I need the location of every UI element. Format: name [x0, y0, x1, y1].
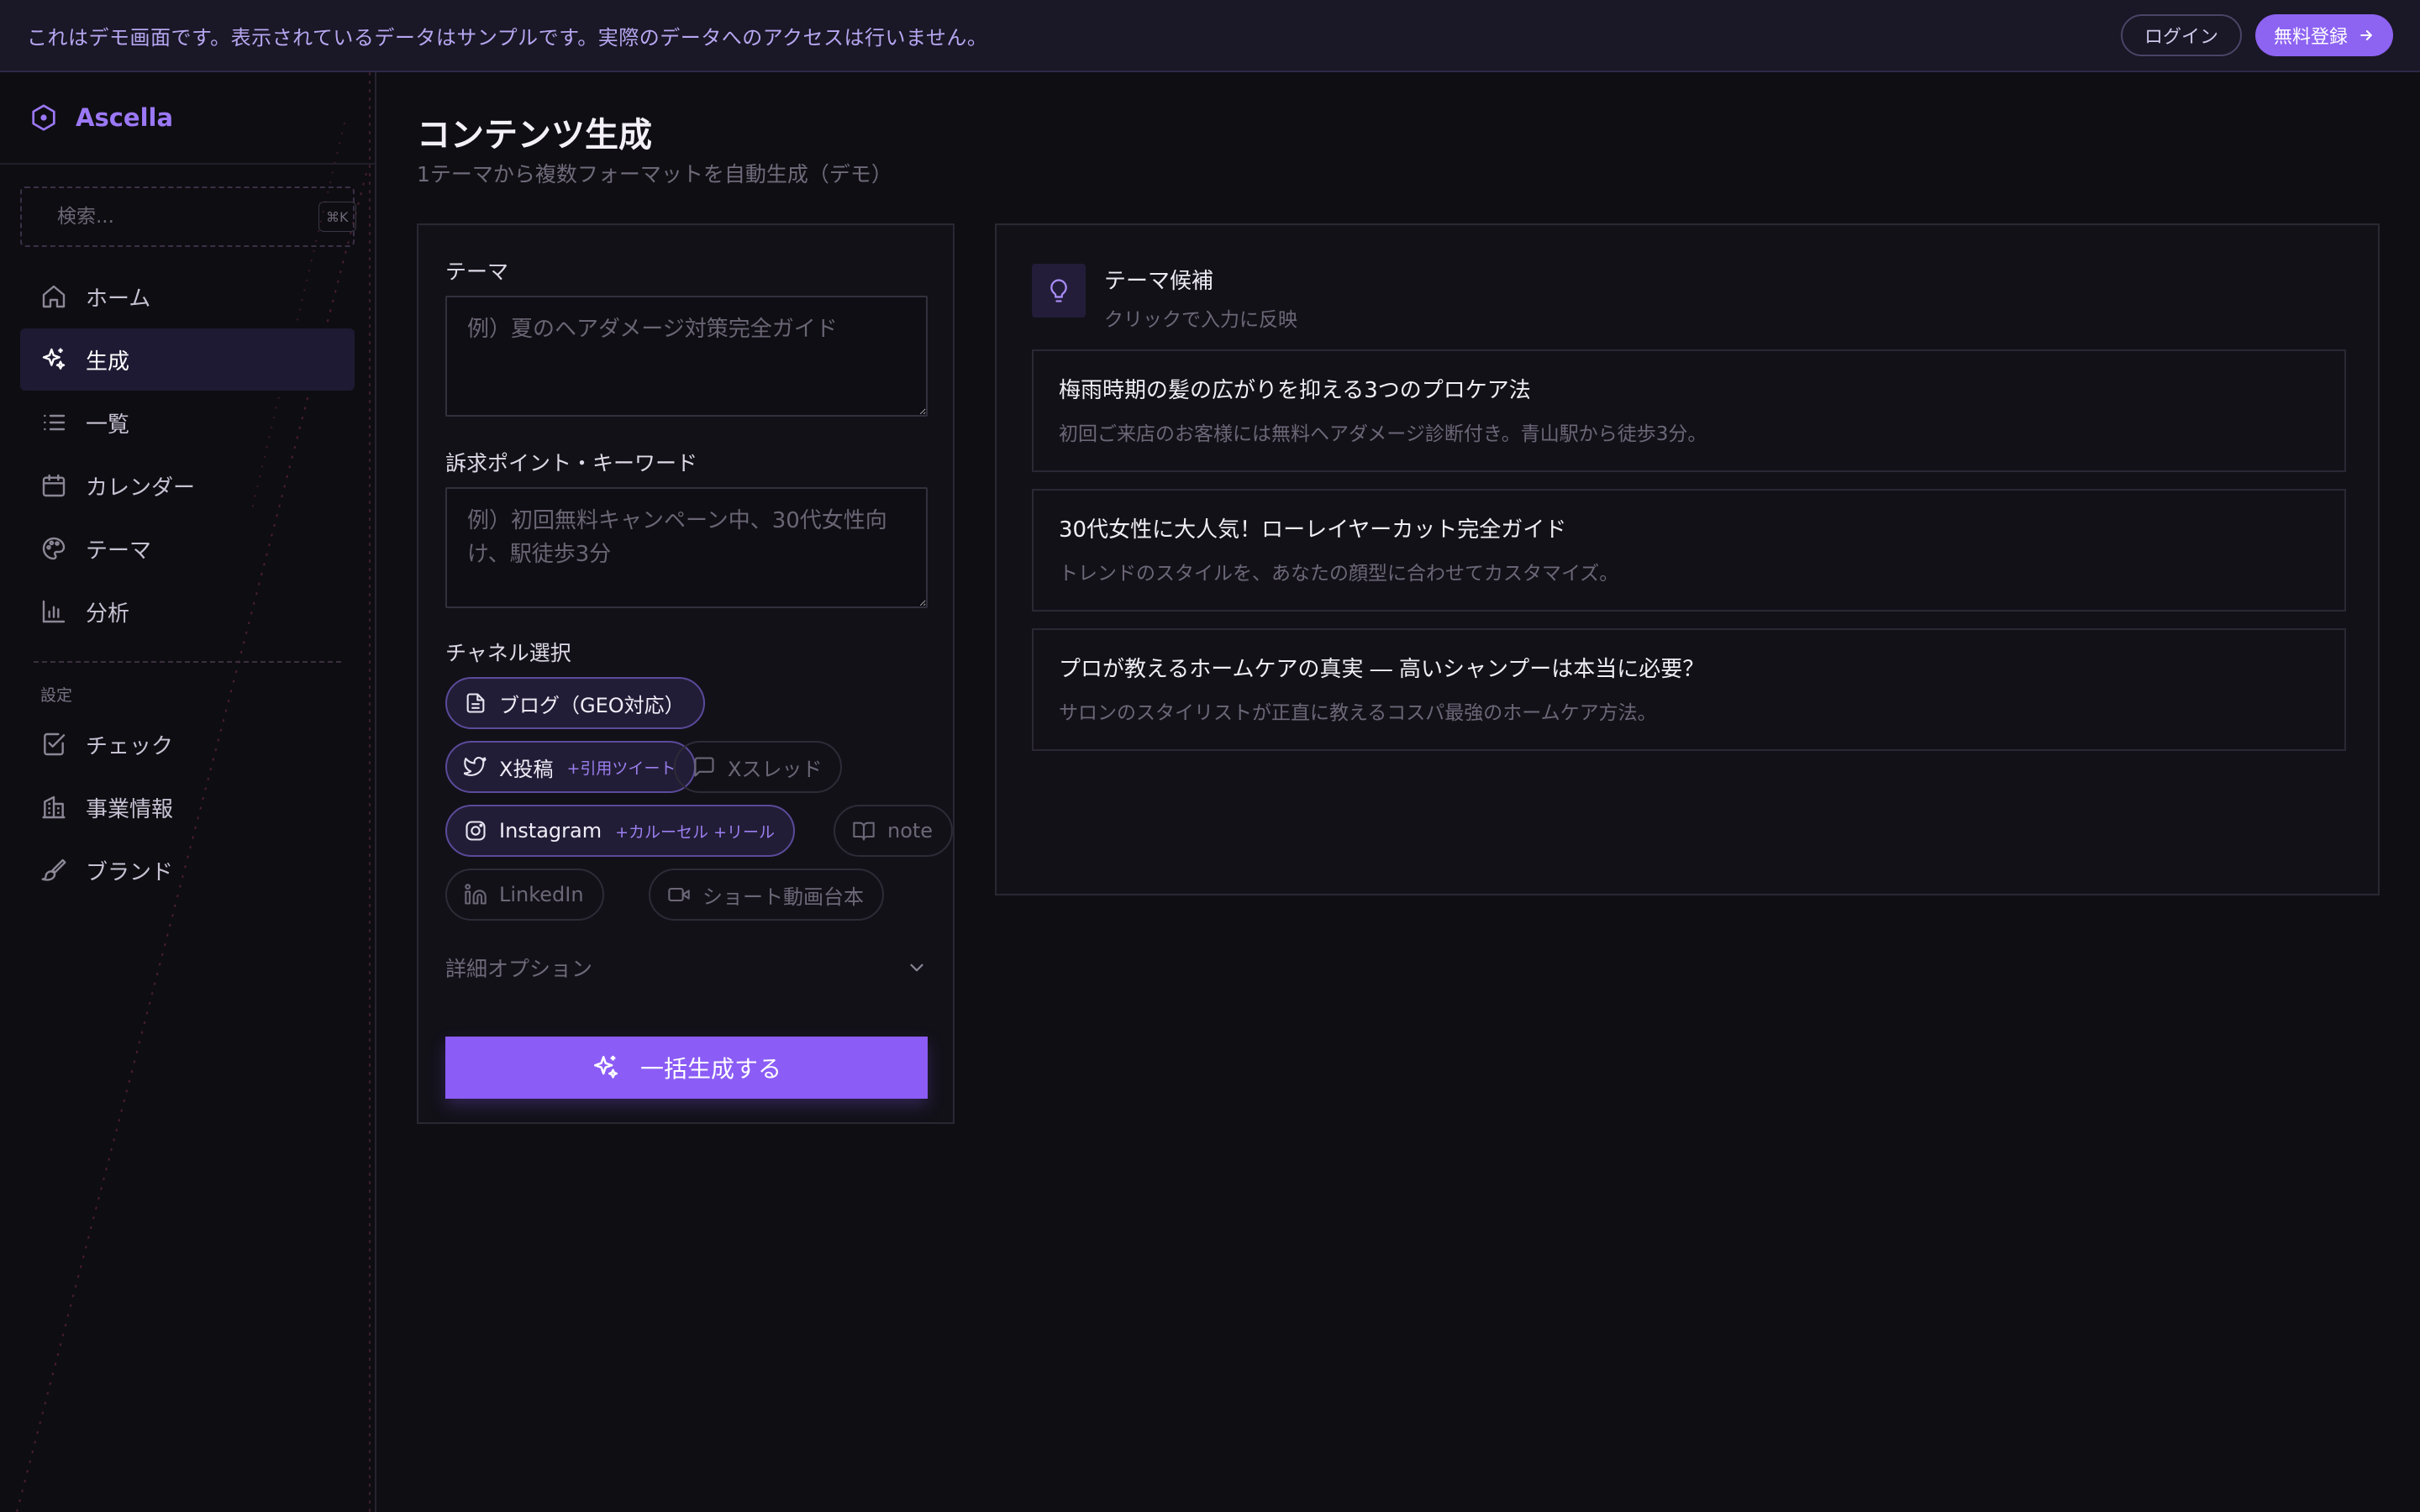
generate-all-button[interactable]: 一括生成する	[445, 1037, 928, 1099]
details-options-label: 詳細オプション	[445, 957, 593, 981]
sidebar-item-label: テーマ	[86, 538, 152, 564]
sparkles-icon	[593, 1055, 618, 1079]
brand[interactable]: Ascella	[0, 72, 375, 165]
channel-chip-label: ブログ（GEO対応）	[499, 693, 685, 717]
channel-chip-x-thread[interactable]: Xスレッド	[674, 741, 843, 793]
suggestions-subtitle: クリックで入力に反映	[1104, 309, 1297, 331]
sparkles-icon	[42, 348, 66, 370]
channel-chip-note[interactable]: note	[834, 805, 954, 857]
generate-button-label: 一括生成する	[639, 1055, 781, 1083]
channel-chip-linkedin[interactable]: LinkedIn	[445, 869, 604, 921]
list-icon	[44, 414, 66, 431]
generation-form: テーマ 訴求ポイント・キーワード チャネル選択 ブログ（GEO対応） X投稿 +…	[417, 223, 955, 1124]
channel-chip-label: note	[887, 819, 934, 843]
video-icon	[668, 887, 690, 902]
search-shortcut: ⌘K	[318, 202, 356, 232]
suggestion-title: 30代女性に大人気！ローレイヤーカット完全ガイド	[1059, 517, 1567, 543]
sidebar-item-check[interactable]: チェック	[20, 713, 355, 775]
check-square-icon	[44, 732, 66, 756]
brand-name: Ascella	[76, 103, 174, 132]
twitter-icon	[464, 757, 487, 776]
page-title: コンテンツ生成	[417, 116, 652, 155]
channel-chip-extra: +カルーセル +リール	[615, 822, 775, 842]
search-box: ⌘K	[20, 186, 356, 247]
sidebar-item-theme[interactable]: テーマ	[20, 517, 355, 580]
suggestion-description: トレンドのスタイルを、あなたの顔型に合わせてカスタマイズ。	[1059, 563, 1619, 585]
sidebar-item-label: 事業情報	[86, 796, 174, 822]
channel-chip-blog[interactable]: ブログ（GEO対応）	[445, 677, 705, 729]
lightbulb-icon	[1050, 279, 1067, 302]
hexagon-logo-icon	[32, 104, 55, 131]
home-icon	[42, 285, 66, 308]
arrow-right-icon	[2360, 30, 2372, 40]
message-square-icon	[694, 757, 714, 777]
suggestions-header: テーマ候補 クリックで入力に反映	[1032, 264, 1297, 332]
channel-chip-label: ショート動画台本	[702, 885, 864, 909]
sidebar-item-label: 分析	[86, 601, 130, 627]
sidebar-item-label: 一覧	[86, 412, 130, 438]
demo-banner: これはデモ画面です。表示されているデータはサンプルです。実際のデータへのアクセス…	[0, 0, 2420, 72]
sidebar-item-business-info[interactable]: 事業情報	[20, 776, 355, 838]
bar-chart-icon	[42, 600, 66, 623]
sidebar-item-label: 生成	[86, 349, 130, 375]
main-content: コンテンツ生成 1テーマから複数フォーマットを自動生成（デモ） テーマ 訴求ポイ…	[378, 72, 2420, 1512]
suggestion-description: 初回ご来店のお客様には無料ヘアダメージ診断付き。青山駅から徒歩3分。	[1059, 423, 1707, 445]
calendar-icon	[42, 474, 66, 497]
sidebar-nav: ホーム 生成 一覧 カレンダー テーマ 分析 設定 チェック 事業情報 ブランド	[0, 265, 375, 901]
sidebar-item-list[interactable]: 一覧	[20, 391, 355, 454]
banner-actions: ログイン 無料登録	[2120, 14, 2393, 56]
channel-chip-short-video[interactable]: ショート動画台本	[649, 869, 884, 921]
file-text-icon	[466, 693, 485, 713]
sidebar-item-label: チェック	[86, 733, 174, 759]
palette-icon	[42, 537, 66, 560]
chevron-down-icon	[910, 963, 923, 972]
channel-label: チャネル選択	[445, 641, 571, 665]
signup-button-label: 無料登録	[2273, 27, 2348, 48]
theme-suggestion-card[interactable]: 30代女性に大人気！ローレイヤーカット完全ガイド トレンドのスタイルを、あなたの…	[1032, 489, 2346, 612]
theme-label: テーマ	[445, 260, 509, 284]
brush-icon	[41, 858, 66, 881]
channel-chip-x-post[interactable]: X投稿 +引用ツイート	[445, 741, 697, 793]
appeal-label: 訴求ポイント・キーワード	[445, 451, 698, 475]
channel-chip-instagram[interactable]: Instagram +カルーセル +リール	[445, 805, 795, 857]
channel-chip-label: Instagram	[499, 819, 602, 843]
sidebar: Ascella ⌘K ホーム 生成 一覧 カレンダー テーマ 分析	[0, 72, 376, 1512]
instagram-icon	[466, 821, 486, 841]
linkedin-icon	[465, 884, 487, 905]
demo-banner-text: これはデモ画面です。表示されているデータはサンプルです。実際のデータへのアクセス…	[27, 25, 988, 50]
suggestion-title: 梅雨時期の髪の広がりを抑える3つのプロケア法	[1059, 378, 1531, 403]
suggestions-title: テーマ候補	[1104, 269, 1214, 294]
sidebar-item-brand[interactable]: ブランド	[20, 839, 355, 901]
signup-button[interactable]: 無料登録	[2254, 14, 2393, 56]
channel-chip-extra: +引用ツイート	[566, 759, 676, 778]
sidebar-item-generate[interactable]: 生成	[20, 328, 355, 391]
details-options-toggle[interactable]: 詳細オプション	[445, 951, 928, 984]
page-subtitle: 1テーマから複数フォーマットを自動生成（デモ）	[417, 162, 892, 186]
book-open-icon	[853, 822, 875, 841]
login-button[interactable]: ログイン	[2120, 14, 2242, 56]
sidebar-item-analytics[interactable]: 分析	[20, 580, 355, 643]
lightbulb-badge	[1032, 264, 1086, 318]
sidebar-item-home[interactable]: ホーム	[20, 265, 355, 328]
suggestion-title: プロが教えるホームケアの真実 ― 高いシャンプーは本当に必要？	[1059, 657, 1705, 682]
theme-suggestion-card[interactable]: 梅雨時期の髪の広がりを抑える3つのプロケア法 初回ご来店のお客様には無料ヘアダメ…	[1032, 349, 2346, 472]
channel-chip-label: LinkedIn	[499, 883, 584, 906]
suggestion-description: サロンのスタイリストが正直に教えるコスパ最強のホームケア方法。	[1059, 702, 1657, 724]
theme-suggestions-panel: テーマ候補 クリックで入力に反映 梅雨時期の髪の広がりを抑える3つのプロケア法 …	[995, 223, 2380, 895]
theme-suggestion-card[interactable]: プロが教えるホームケアの真実 ― 高いシャンプーは本当に必要？ サロンのスタイリ…	[1032, 628, 2346, 751]
search-input[interactable]	[57, 206, 303, 228]
appeal-input[interactable]	[445, 487, 928, 608]
sidebar-item-label: カレンダー	[86, 475, 196, 501]
channel-chip-label: Xスレッド	[728, 757, 823, 781]
sidebar-item-label: ブランド	[86, 859, 174, 885]
sidebar-item-label: ホーム	[86, 286, 151, 312]
sidebar-item-calendar[interactable]: カレンダー	[20, 454, 355, 517]
channel-chip-label: X投稿	[499, 757, 554, 781]
building-icon	[42, 795, 66, 819]
sidebar-section-label: 設定	[40, 686, 73, 705]
theme-input[interactable]	[445, 296, 928, 417]
